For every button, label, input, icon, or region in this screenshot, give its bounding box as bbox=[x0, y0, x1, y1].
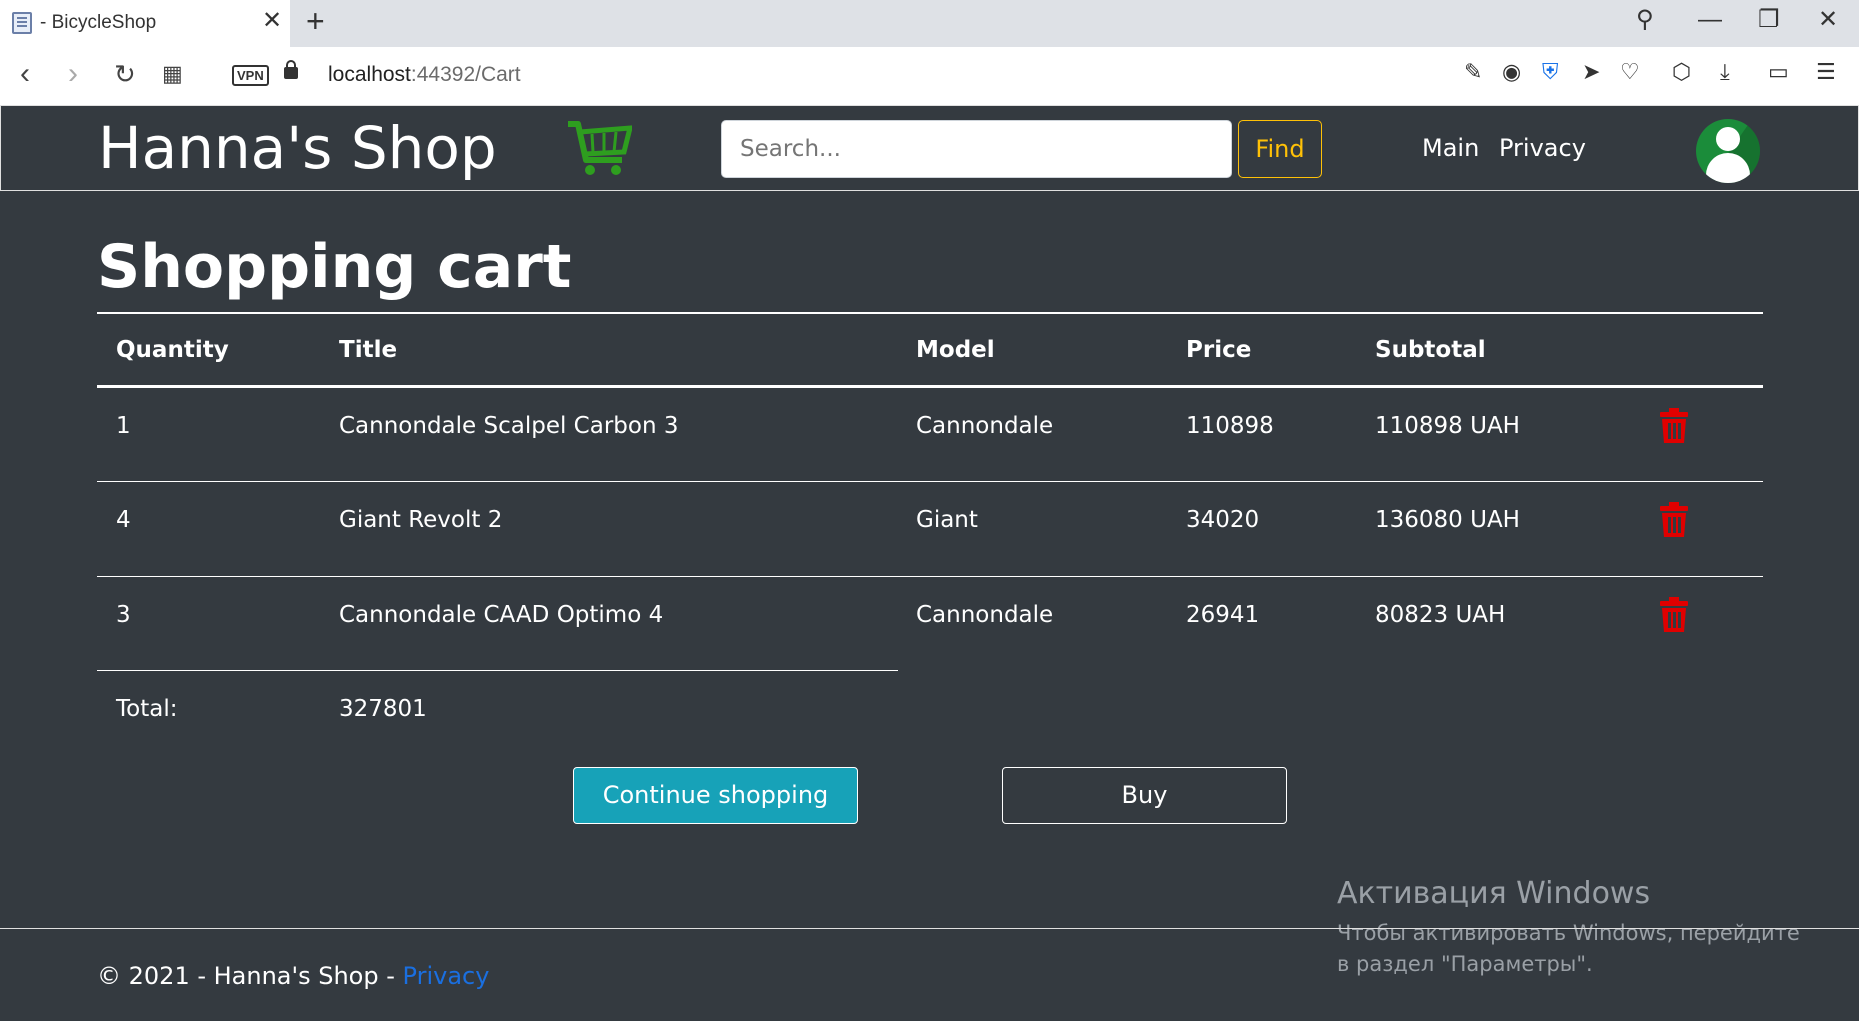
cell-quantity: 1 bbox=[116, 413, 131, 439]
cell-title: Cannondale Scalpel Carbon 3 bbox=[339, 413, 679, 439]
settings-icon[interactable]: ☰ bbox=[1816, 61, 1836, 83]
windows-activation-title: Активация Windows bbox=[1337, 876, 1651, 911]
heart-icon[interactable]: ♡ bbox=[1620, 61, 1640, 83]
close-tab-icon[interactable]: ✕ bbox=[262, 9, 282, 33]
header-divider bbox=[97, 385, 1763, 388]
snap-icon[interactable]: ✎ bbox=[1464, 61, 1482, 83]
cell-quantity: 3 bbox=[116, 602, 131, 628]
site-navbar: Hanna's Shop Find Main Privacy bbox=[0, 105, 1859, 191]
cell-price: 34020 bbox=[1186, 507, 1260, 533]
delete-item-icon[interactable] bbox=[1659, 408, 1689, 444]
buy-button[interactable]: Buy bbox=[1002, 767, 1287, 824]
page-favicon-icon bbox=[12, 12, 32, 34]
cell-quantity: 4 bbox=[116, 507, 131, 533]
back-icon[interactable]: ‹ bbox=[20, 59, 30, 89]
column-header-price: Price bbox=[1186, 337, 1252, 363]
footer-divider bbox=[0, 928, 1859, 929]
url-path: :44392/Cart bbox=[410, 63, 521, 86]
restore-icon[interactable]: ❐ bbox=[1758, 8, 1780, 32]
delete-item-icon[interactable] bbox=[1659, 597, 1689, 633]
browser-address-bar: ‹ › ↻ ▦ VPN localhost:44392/Cart ✎ ◉ ⛨ ➤… bbox=[0, 47, 1859, 105]
nav-link-main[interactable]: Main bbox=[1422, 134, 1479, 162]
new-tab-icon[interactable]: + bbox=[306, 5, 325, 37]
cell-title: Giant Revolt 2 bbox=[339, 507, 503, 533]
cell-subtotal: 80823 UAH bbox=[1375, 602, 1506, 628]
vpn-badge[interactable]: VPN bbox=[232, 65, 269, 86]
cell-model: Cannondale bbox=[916, 602, 1054, 628]
page-title: Shopping cart bbox=[97, 232, 572, 302]
search-input[interactable] bbox=[721, 120, 1232, 178]
cell-model: Cannondale bbox=[916, 413, 1054, 439]
cart-icon[interactable] bbox=[566, 118, 632, 178]
browser-tabbar: - BicycleShop ✕ + ⚲ — ❐ ✕ bbox=[0, 0, 1859, 47]
cell-price: 26941 bbox=[1186, 602, 1260, 628]
delete-item-icon[interactable] bbox=[1659, 502, 1689, 538]
column-header-title: Title bbox=[339, 337, 398, 363]
forward-icon[interactable]: › bbox=[68, 59, 78, 89]
lock-icon[interactable] bbox=[284, 60, 298, 79]
shield-icon[interactable]: ⛨ bbox=[1542, 61, 1559, 83]
total-divider bbox=[97, 670, 898, 671]
url-host: localhost bbox=[328, 63, 411, 86]
battery-icon[interactable]: ▭ bbox=[1768, 61, 1789, 83]
cell-subtotal: 110898 UAH bbox=[1375, 413, 1520, 439]
user-avatar-icon[interactable] bbox=[1696, 119, 1760, 183]
address-input[interactable]: localhost:44392/Cart bbox=[328, 63, 521, 87]
total-label: Total: bbox=[116, 696, 178, 722]
footer-privacy-link[interactable]: Privacy bbox=[403, 962, 490, 990]
footer-copyright: © 2021 - Hanna's Shop - bbox=[97, 962, 403, 990]
total-value: 327801 bbox=[339, 696, 427, 722]
cell-price: 110898 bbox=[1186, 413, 1274, 439]
column-header-quantity: Quantity bbox=[116, 337, 229, 363]
row-divider bbox=[97, 576, 1763, 577]
column-header-model: Model bbox=[916, 337, 995, 363]
continue-shopping-button[interactable]: Continue shopping bbox=[573, 767, 858, 824]
table-top-divider bbox=[97, 312, 1763, 314]
speed-dial-icon[interactable]: ▦ bbox=[162, 63, 183, 85]
send-icon[interactable]: ➤ bbox=[1582, 61, 1600, 83]
nav-link-privacy[interactable]: Privacy bbox=[1499, 134, 1586, 162]
find-button[interactable]: Find bbox=[1238, 120, 1322, 178]
minimize-icon[interactable]: — bbox=[1698, 8, 1722, 32]
column-header-subtotal: Subtotal bbox=[1375, 337, 1486, 363]
row-divider bbox=[97, 481, 1763, 482]
cell-title: Cannondale CAAD Optimo 4 bbox=[339, 602, 664, 628]
reload-icon[interactable]: ↻ bbox=[114, 61, 136, 87]
download-icon[interactable]: ⤓ bbox=[1720, 61, 1730, 83]
close-window-icon[interactable]: ✕ bbox=[1818, 8, 1838, 32]
brand-logo[interactable]: Hanna's Shop bbox=[98, 114, 497, 182]
search-tabs-icon[interactable]: ⚲ bbox=[1636, 8, 1654, 32]
cell-subtotal: 136080 UAH bbox=[1375, 507, 1520, 533]
camera-icon[interactable]: ◉ bbox=[1502, 61, 1521, 83]
footer: © 2021 - Hanna's Shop - Privacy bbox=[97, 962, 489, 990]
cell-model: Giant bbox=[916, 507, 978, 533]
extensions-icon[interactable]: ⬡ bbox=[1672, 61, 1691, 83]
tab-title: - BicycleShop bbox=[40, 12, 157, 33]
browser-tab[interactable]: - BicycleShop ✕ bbox=[0, 0, 290, 47]
